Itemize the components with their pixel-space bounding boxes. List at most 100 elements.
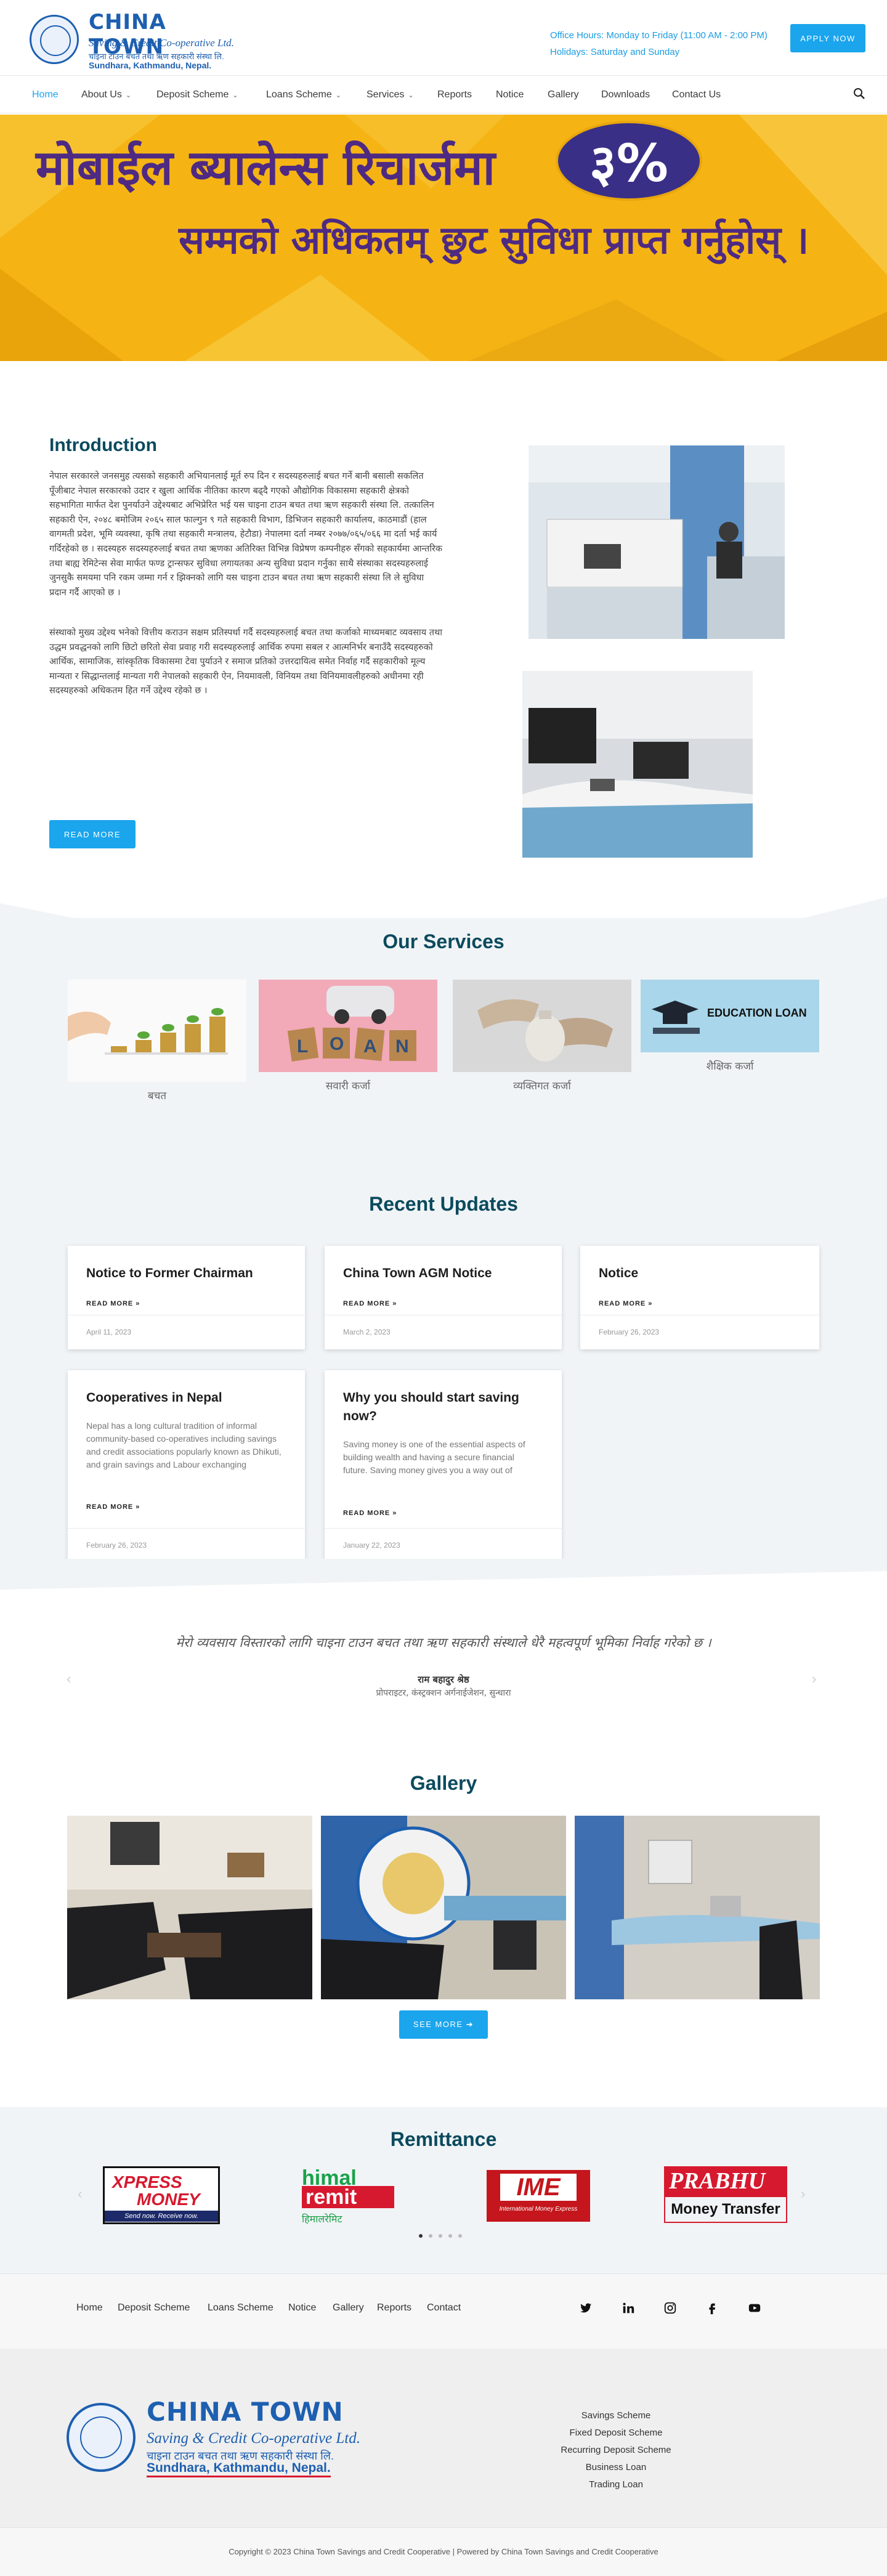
copyright-bar: Copyright © 2023 China Town Savings and … <box>0 2527 887 2576</box>
chevron-right-icon[interactable]: › <box>801 2186 805 2202</box>
post-footer: January 22, 2023 <box>325 1528 562 1562</box>
gallery-title: Gallery <box>410 1772 477 1794</box>
apply-now-button[interactable]: APPLY NOW <box>790 24 865 52</box>
gallery-see-more-button[interactable]: SEE MORE ➔ <box>399 2010 488 2039</box>
service-card-personal-loan[interactable]: व्यक्तिगत कर्जा <box>453 980 631 1092</box>
nav-reports-label: Reports <box>437 89 472 100</box>
footer-logo[interactable]: CHINA TOWN Saving & Credit Co-operative … <box>67 2397 366 2477</box>
promo-banner[interactable]: मोबाईल ब्यालेन्स रिचार्जमा ३% सम्मको अधि… <box>0 115 887 361</box>
post-read-more-link[interactable]: READ MORE » <box>599 1300 652 1307</box>
post-title[interactable]: Notice to Former Chairman <box>86 1264 290 1283</box>
himal-remit-line2: remit <box>302 2186 394 2208</box>
slider-dot[interactable] <box>439 2234 442 2238</box>
footer-link-contact[interactable]: Contact <box>427 2302 461 2314</box>
footer-link-savings-scheme[interactable]: Savings Scheme <box>554 2410 678 2421</box>
personal-loan-image <box>453 980 631 1072</box>
youtube-icon[interactable] <box>748 2301 761 2315</box>
footer-link-loans-scheme[interactable]: Loans Scheme <box>208 2302 273 2314</box>
post-title[interactable]: Notice <box>599 1264 804 1283</box>
post-card[interactable]: Cooperatives in Nepal Nepal has a long c… <box>68 1370 305 1562</box>
nav-contact-us[interactable]: Contact Us <box>672 76 721 114</box>
chevron-down-icon: ⌄ <box>335 92 341 99</box>
xpress-money-line2: MONEY <box>137 2190 200 2209</box>
gallery-image-3[interactable] <box>575 1816 820 1999</box>
service-card-vehicle-loan[interactable]: L O A N सवारी कर्जा <box>259 980 437 1092</box>
footer-logo-title: CHINA TOWN <box>147 2397 344 2427</box>
post-footer: March 2, 2023 <box>325 1315 562 1349</box>
linkedin-icon[interactable] <box>622 2301 635 2315</box>
site-logo[interactable]: CHINA TOWN Saving & Credit Co-operative … <box>30 10 239 71</box>
instagram-icon[interactable] <box>663 2301 677 2315</box>
footer-link-home[interactable]: Home <box>76 2302 103 2314</box>
office-reception-image <box>529 445 785 639</box>
post-date: February 26, 2023 <box>599 1328 660 1336</box>
footer-link-gallery[interactable]: Gallery <box>333 2302 364 2314</box>
slider-dot[interactable] <box>448 2234 452 2238</box>
footer-link-recurring-deposit[interactable]: Recurring Deposit Scheme <box>554 2445 678 2455</box>
facebook-icon[interactable] <box>705 2301 719 2315</box>
search-icon[interactable] <box>853 87 866 100</box>
intro-read-more-button[interactable]: READ MORE <box>49 820 136 848</box>
holidays: Holidays: Saturday and Sunday <box>550 47 680 57</box>
chevron-left-icon[interactable]: ‹ <box>67 1671 71 1687</box>
post-read-more-link[interactable]: READ MORE » <box>86 1503 140 1511</box>
nav-gallery[interactable]: Gallery <box>548 76 579 114</box>
post-card[interactable]: Why you should start saving now? Saving … <box>325 1370 562 1562</box>
nav-services-label: Services <box>367 89 405 100</box>
xpress-money-logo[interactable]: XPRESS MONEY Send now. Receive now. <box>100 2166 223 2228</box>
nav-deposit-scheme[interactable]: Deposit Scheme ⌄ <box>156 76 238 114</box>
gallery-image-1[interactable] <box>67 1816 312 1999</box>
footer-link-trading-loan[interactable]: Trading Loan <box>554 2479 678 2490</box>
savings-image <box>68 980 246 1082</box>
nav-downloads[interactable]: Downloads <box>601 76 650 114</box>
prabhu-wordmark: PRABHU <box>664 2166 787 2196</box>
footer-link-notice[interactable]: Notice <box>288 2302 316 2314</box>
nav-services[interactable]: Services ⌄ <box>367 76 414 114</box>
chevron-down-icon: ⌄ <box>125 92 132 99</box>
service-card-savings[interactable]: बचत <box>68 980 246 1102</box>
slider-dot-active[interactable] <box>419 2234 423 2238</box>
post-date: March 2, 2023 <box>343 1328 391 1336</box>
slider-dot[interactable] <box>429 2234 432 2238</box>
nav-notice-label: Notice <box>496 89 524 100</box>
nav-about-us-label: About Us <box>81 89 122 100</box>
footer-link-fixed-deposit[interactable]: Fixed Deposit Scheme <box>554 2428 678 2438</box>
chevron-right-icon[interactable]: › <box>812 1671 816 1687</box>
gallery-image-2[interactable] <box>321 1816 566 1999</box>
post-read-more-link[interactable]: READ MORE » <box>86 1300 140 1307</box>
copyright-text: Copyright © 2023 China Town Savings and … <box>229 2547 658 2556</box>
nav-contact-us-label: Contact Us <box>672 89 721 100</box>
post-date: April 11, 2023 <box>86 1328 132 1336</box>
post-card[interactable]: Notice to Former Chairman READ MORE » Ap… <box>68 1246 305 1349</box>
service-education-loan-label: शैक्षिक कर्जा <box>706 1060 754 1073</box>
twitter-icon[interactable] <box>579 2301 593 2315</box>
ime-logo[interactable]: IME International Money Express <box>482 2166 605 2228</box>
nav-notice[interactable]: Notice <box>496 76 524 114</box>
post-title[interactable]: China Town AGM Notice <box>343 1264 547 1283</box>
post-card[interactable]: China Town AGM Notice READ MORE » March … <box>325 1246 562 1349</box>
post-card[interactable]: Notice READ MORE » February 26, 2023 <box>580 1246 819 1349</box>
nav-about-us[interactable]: About Us ⌄ <box>81 76 131 114</box>
slider-dot[interactable] <box>458 2234 462 2238</box>
nav-home[interactable]: Home <box>32 76 59 114</box>
post-read-more-link[interactable]: READ MORE » <box>343 1300 397 1307</box>
service-card-education-loan[interactable]: EDUCATION LOAN शैक्षिक कर्जा <box>641 980 819 1073</box>
footer-link-business-loan[interactable]: Business Loan <box>554 2462 678 2472</box>
post-excerpt: Nepal has a long cultural tradition of i… <box>86 1421 281 1469</box>
prabhu-money-transfer-logo[interactable]: PRABHU Money Transfer <box>662 2166 787 2228</box>
footer-link-reports[interactable]: Reports <box>377 2302 411 2314</box>
logo-seal-icon <box>30 15 79 64</box>
himal-remit-logo[interactable]: himal remit हिमालरेमिट <box>292 2166 415 2228</box>
post-title[interactable]: Why you should start saving now? <box>343 1389 547 1426</box>
main-nav: Home About Us ⌄ Deposit Scheme ⌄ Loans Sch… <box>0 75 887 113</box>
service-vehicle-loan-label: सवारी कर्जा <box>325 1080 371 1092</box>
nav-reports[interactable]: Reports <box>437 76 472 114</box>
banner-percent-badge: ३% <box>556 121 702 201</box>
post-read-more-link[interactable]: READ MORE » <box>343 1509 397 1517</box>
post-title[interactable]: Cooperatives in Nepal <box>86 1389 290 1407</box>
chevron-left-icon[interactable]: ‹ <box>78 2186 82 2202</box>
nav-loans-scheme[interactable]: Loans Scheme ⌄ <box>266 76 341 114</box>
services-title: Our Services <box>383 930 504 953</box>
footer-link-deposit-scheme[interactable]: Deposit Scheme <box>118 2302 190 2314</box>
footer-logo-address: Sundhara, Kathmandu, Nepal. <box>147 2461 331 2477</box>
